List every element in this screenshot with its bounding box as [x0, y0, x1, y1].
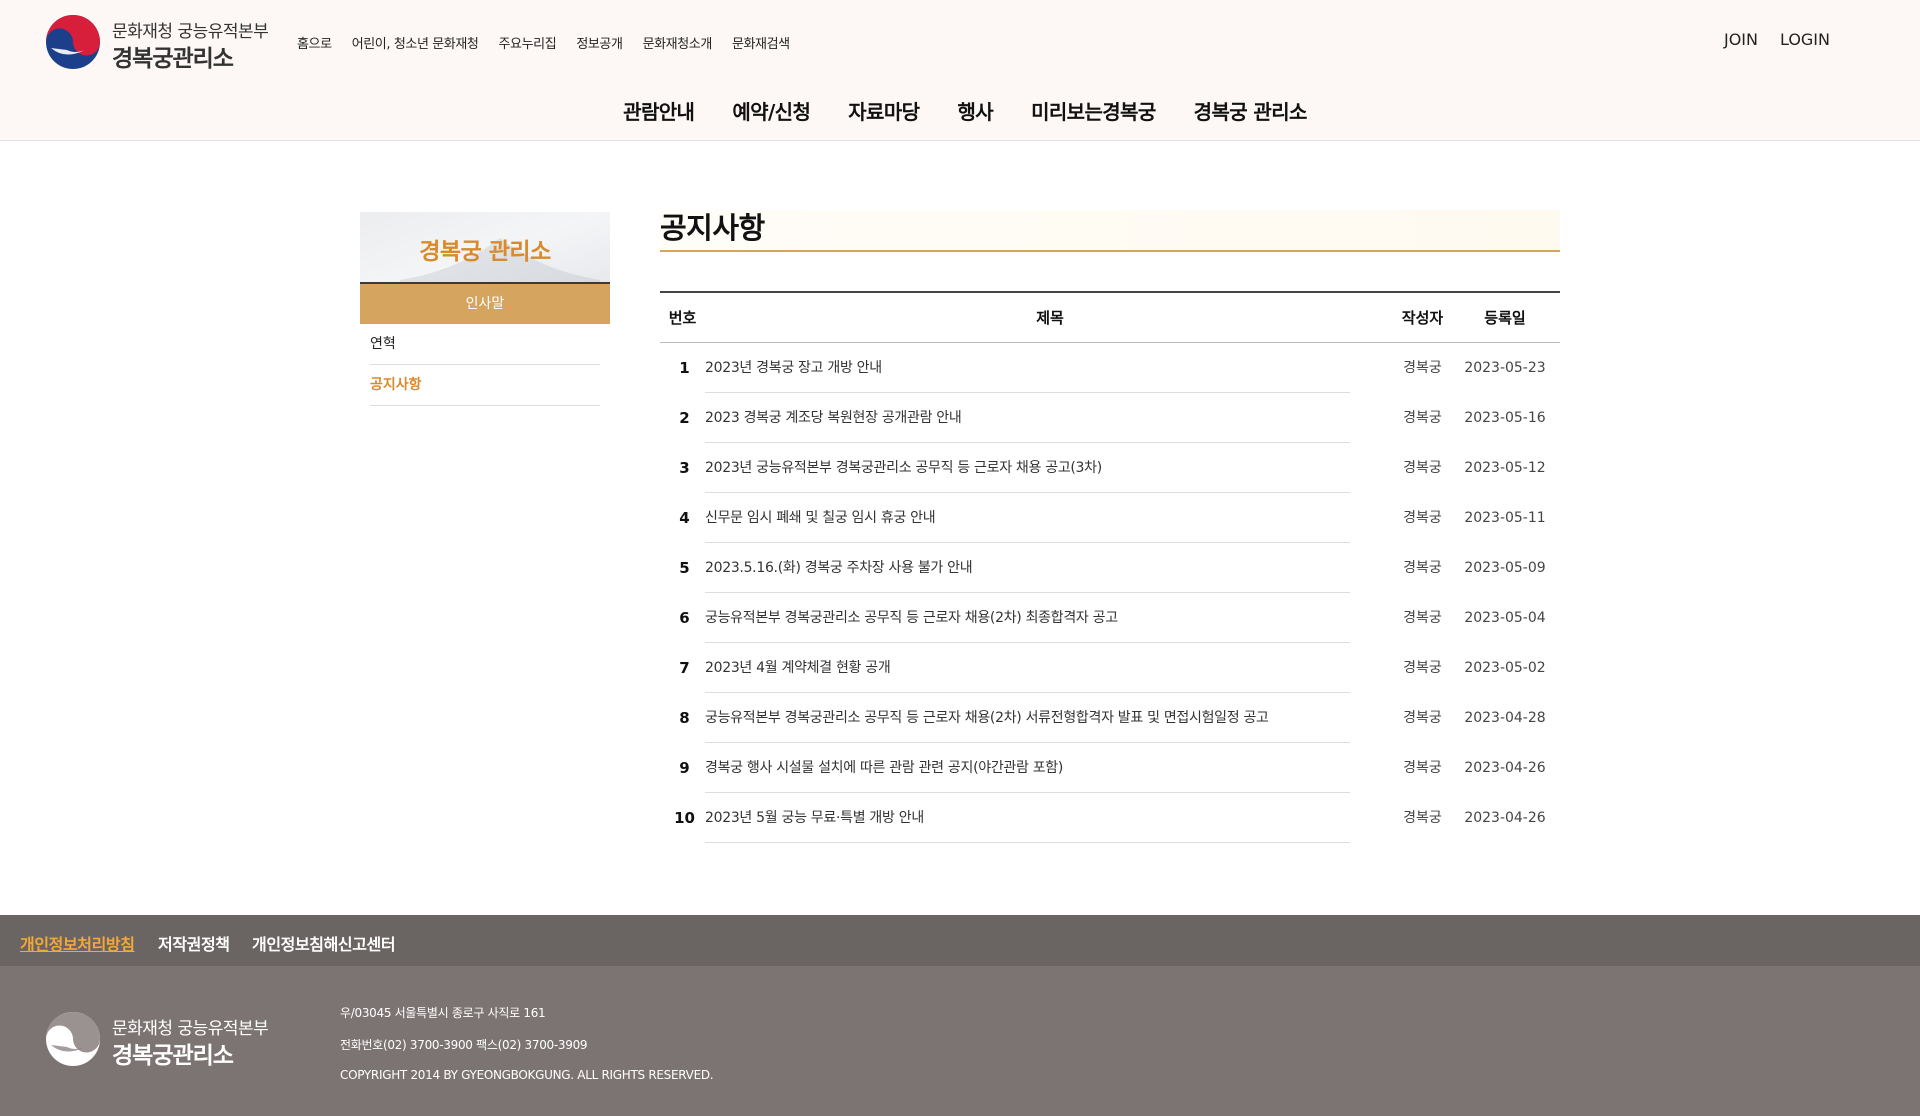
- site-logo[interactable]: 문화재청 궁능유적본부 경복궁관리소: [45, 14, 280, 72]
- row-number: 1: [679, 359, 690, 377]
- row-title-link[interactable]: 2023 경복궁 계조당 복원현장 공개관람 안내: [705, 393, 1350, 443]
- side-menu-item-greeting[interactable]: 인사말: [360, 282, 610, 324]
- row-title-link[interactable]: 신무문 임시 폐쇄 및 칠궁 임시 휴궁 안내: [705, 493, 1350, 543]
- footer-link-privacy-policy[interactable]: 개인정보처리방침: [20, 931, 135, 955]
- row-writer: 경복궁: [1403, 760, 1442, 776]
- row-date: 2023-05-12: [1464, 460, 1546, 476]
- row-date: 2023-05-11: [1464, 510, 1546, 526]
- row-number: 10: [674, 809, 695, 827]
- row-number: 6: [679, 609, 690, 627]
- row-writer: 경복궁: [1403, 610, 1442, 626]
- table-row: 4 신무문 임시 폐쇄 및 칠궁 임시 휴궁 안내 경복궁 2023-05-11: [660, 493, 1560, 543]
- nav-item-resources[interactable]: 자료마당: [848, 96, 920, 125]
- nav-item-visit-guide[interactable]: 관람안내: [623, 96, 695, 125]
- footer-link-copyright-policy[interactable]: 저작권정책: [158, 931, 230, 955]
- row-writer: 경복궁: [1403, 360, 1442, 376]
- table-row: 6 궁능유적본부 경복궁관리소 공무직 등 근로자 채용(2차) 최종합격자 공…: [660, 593, 1560, 643]
- row-date: 2023-05-16: [1464, 410, 1546, 426]
- nav-item-preview[interactable]: 미리보는경복궁: [1031, 96, 1156, 125]
- row-number: 9: [679, 759, 690, 777]
- footer-link-bar: 개인정보처리방침 저작권정책 개인정보침해신고센터: [0, 915, 1920, 966]
- row-title-link[interactable]: 궁능유적본부 경복궁관리소 공무직 등 근로자 채용(2차) 서류전형합격자 발…: [705, 693, 1350, 743]
- row-writer: 경복궁: [1403, 410, 1442, 426]
- table-row: 7 2023년 4월 계약체결 현황 공개 경복궁 2023-05-02: [660, 643, 1560, 693]
- row-number: 7: [679, 659, 690, 677]
- site-header: 문화재청 궁능유적본부 경복궁관리소 홈으로 어린이, 청소년 문화재청 주요누…: [0, 0, 1920, 141]
- row-date: 2023-05-02: [1464, 660, 1546, 676]
- table-row: 10 2023년 5월 궁능 무료·특별 개방 안내 경복궁 2023-04-2…: [660, 793, 1560, 843]
- row-writer: 경복궁: [1403, 460, 1442, 476]
- column-header-writer: 작성자: [1401, 309, 1444, 327]
- footer-address: 우/03045 서울특별시 종로구 사직로 161: [340, 1006, 546, 1020]
- row-title-link[interactable]: 2023년 5월 궁능 무료·특별 개방 안내: [705, 793, 1350, 843]
- table-row: 3 2023년 궁능유적본부 경복궁관리소 공무직 등 근로자 채용 공고(3차…: [660, 443, 1560, 493]
- table-row: 5 2023.5.16.(화) 경복궁 주차장 사용 불가 안내 경복궁 202…: [660, 543, 1560, 593]
- row-date: 2023-04-28: [1464, 710, 1546, 726]
- table-row: 9 경복궁 행사 시설물 설치에 따른 관람 관련 공지(야간관람 포함) 경복…: [660, 743, 1560, 793]
- row-title-link[interactable]: 2023년 4월 계약체결 현황 공개: [705, 643, 1350, 693]
- row-number: 2: [679, 409, 690, 427]
- column-header-date: 등록일: [1484, 309, 1526, 327]
- row-writer: 경복궁: [1403, 510, 1442, 526]
- util-link-major-sites[interactable]: 주요누리집: [499, 33, 557, 52]
- nav-item-events[interactable]: 행사: [957, 96, 993, 125]
- row-title-link[interactable]: 2023년 궁능유적본부 경복궁관리소 공무직 등 근로자 채용 공고(3차): [705, 443, 1350, 493]
- join-link[interactable]: JOIN: [1724, 30, 1758, 49]
- row-number: 8: [679, 709, 690, 727]
- row-title-link[interactable]: 궁능유적본부 경복궁관리소 공무직 등 근로자 채용(2차) 최종합격자 공고: [705, 593, 1350, 643]
- util-link-heritage-search[interactable]: 문화재검색: [732, 33, 790, 52]
- util-link-info-disclosure[interactable]: 정보공개: [576, 33, 623, 52]
- side-menu: 경복궁 관리소 인사말 연혁 공지사항: [360, 212, 610, 406]
- row-date: 2023-05-23: [1464, 360, 1546, 376]
- utility-nav: 홈으로 어린이, 청소년 문화재청 주요누리집 정보공개 문화재청소개 문화재검…: [297, 33, 810, 52]
- row-title-link[interactable]: 2023.5.16.(화) 경복궁 주차장 사용 불가 안내: [705, 543, 1350, 593]
- login-link[interactable]: LOGIN: [1780, 30, 1830, 49]
- footer-link-privacy-report[interactable]: 개인정보침해신고센터: [252, 931, 396, 955]
- main-content: 공지사항 번호 제목 작성자 등록일 1 2023년 경복궁 장고 개방 안내 …: [660, 210, 1560, 843]
- logo-site-text: 경복궁관리소: [112, 46, 234, 72]
- row-writer: 경복궁: [1403, 560, 1442, 576]
- notice-table: 번호 제목 작성자 등록일 1 2023년 경복궁 장고 개방 안내 경복궁 2…: [660, 291, 1560, 843]
- util-link-home[interactable]: 홈으로: [297, 33, 332, 52]
- side-menu-header: 경복궁 관리소: [360, 212, 610, 282]
- page-title: 공지사항: [660, 210, 1560, 252]
- footer-info: 우/03045 서울특별시 종로구 사직로 161 전화번호(02) 3700-…: [340, 1004, 714, 1097]
- table-row: 2 2023 경복궁 계조당 복원현장 공개관람 안내 경복궁 2023-05-…: [660, 393, 1560, 443]
- row-number: 3: [679, 459, 690, 477]
- row-date: 2023-05-04: [1464, 610, 1546, 626]
- row-date: 2023-04-26: [1464, 810, 1546, 826]
- table-row: 8 궁능유적본부 경복궁관리소 공무직 등 근로자 채용(2차) 서류전형합격자…: [660, 693, 1560, 743]
- row-title-link[interactable]: 경복궁 행사 시설물 설치에 따른 관람 관련 공지(야간관람 포함): [705, 743, 1350, 793]
- taegeuk-emblem-icon: [46, 1012, 100, 1066]
- row-number: 4: [679, 509, 690, 527]
- footer-logo: 문화재청 궁능유적본부 경복궁관리소: [45, 1011, 285, 1069]
- side-menu-title: 경복궁 관리소: [419, 239, 551, 265]
- footer-logo-site-text: 경복궁관리소: [112, 1043, 234, 1069]
- column-header-title: 제목: [1036, 309, 1064, 327]
- row-date: 2023-05-09: [1464, 560, 1546, 576]
- row-writer: 경복궁: [1403, 810, 1442, 826]
- nav-item-reservation[interactable]: 예약/신청: [732, 96, 811, 125]
- site-footer: 문화재청 궁능유적본부 경복궁관리소 우/03045 서울특별시 종로구 사직로…: [0, 966, 1920, 1116]
- row-number: 5: [679, 559, 690, 577]
- footer-phone: 전화번호(02) 3700-3900 팩스(02) 3700-3909: [340, 1038, 588, 1052]
- auth-links: JOIN LOGIN: [1702, 30, 1830, 49]
- main-nav: 관람안내 예약/신청 자료마당 행사 미리보는경복궁 경복궁 관리소: [0, 96, 1920, 125]
- util-link-kids[interactable]: 어린이, 청소년 문화재청: [352, 33, 479, 52]
- table-row: 1 2023년 경복궁 장고 개방 안내 경복궁 2023-05-23: [660, 343, 1560, 393]
- column-header-no: 번호: [668, 309, 697, 327]
- taegeuk-emblem-icon: [46, 15, 100, 69]
- nav-item-office[interactable]: 경복궁 관리소: [1194, 96, 1308, 125]
- side-menu-item-notice[interactable]: 공지사항: [370, 365, 600, 406]
- row-title-link[interactable]: 2023년 경복궁 장고 개방 안내: [705, 343, 1350, 393]
- row-writer: 경복궁: [1403, 660, 1442, 676]
- side-menu-item-history[interactable]: 연혁: [370, 324, 600, 365]
- row-date: 2023-04-26: [1464, 760, 1546, 776]
- table-header: 번호 제목 작성자 등록일: [660, 293, 1560, 343]
- util-link-about[interactable]: 문화재청소개: [643, 33, 713, 52]
- row-writer: 경복궁: [1403, 710, 1442, 726]
- footer-copyright: COPYRIGHT 2014 BY GYEONGBOKGUNG. ALL RIG…: [340, 1068, 714, 1082]
